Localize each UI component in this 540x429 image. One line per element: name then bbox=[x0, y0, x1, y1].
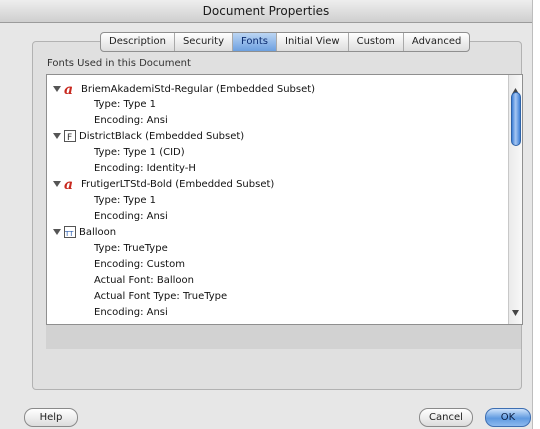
font-detail: Encoding: Custom bbox=[94, 258, 185, 270]
font-detail: Type: TrueType bbox=[94, 242, 168, 254]
scroll-down-arrow-icon[interactable] bbox=[512, 301, 519, 320]
opentype-font-icon: a bbox=[64, 83, 78, 95]
disclosure-triangle-icon[interactable] bbox=[53, 85, 61, 93]
font-detail: Actual Font Type: TrueType bbox=[94, 290, 228, 302]
disclosure-triangle-icon[interactable] bbox=[53, 180, 61, 188]
font-detail: Encoding: Identity-H bbox=[94, 162, 196, 174]
window-title: Document Properties bbox=[202, 4, 330, 18]
cancel-button[interactable]: Cancel bbox=[419, 408, 473, 427]
font-detail: Type: Type 1 bbox=[94, 98, 157, 110]
tab-description[interactable]: Description bbox=[101, 33, 175, 51]
tab-initial-view[interactable]: Initial View bbox=[277, 33, 349, 51]
tab-custom[interactable]: Custom bbox=[349, 33, 404, 51]
font-entry[interactable]: a BriemAkademiStd-Regular (Embedded Subs… bbox=[53, 81, 315, 97]
list-footer bbox=[46, 325, 521, 349]
tab-security[interactable]: Security bbox=[175, 33, 234, 51]
svg-text:a: a bbox=[64, 83, 73, 95]
ok-button[interactable]: OK bbox=[485, 408, 531, 427]
font-detail: Type: Type 1 bbox=[94, 194, 157, 206]
svg-text:F: F bbox=[67, 133, 72, 142]
font-entry[interactable]: F DistrictBlack (Embedded Subset) bbox=[53, 128, 244, 144]
font-entry[interactable]: TT Balloon bbox=[53, 224, 116, 240]
scrollbar-thumb[interactable] bbox=[511, 92, 521, 146]
font-detail: Encoding: Ansi bbox=[94, 114, 168, 126]
font-name: DistrictBlack (Embedded Subset) bbox=[79, 130, 245, 142]
svg-text:TT: TT bbox=[64, 230, 74, 238]
svg-text:a: a bbox=[64, 178, 73, 190]
fonts-list[interactable]: a BriemAkademiStd-Regular (Embedded Subs… bbox=[46, 74, 523, 325]
font-entry[interactable]: a FrutigerLTStd-Bold (Embedded Subset) bbox=[53, 176, 274, 192]
disclosure-triangle-icon[interactable] bbox=[53, 132, 61, 140]
font-detail: Encoding: Ansi bbox=[94, 306, 168, 318]
font-name: Balloon bbox=[79, 226, 117, 238]
truetype-font-icon: TT bbox=[64, 226, 76, 238]
postscript-font-icon: F bbox=[64, 130, 76, 142]
font-name: BriemAkademiStd-Regular (Embedded Subset… bbox=[81, 83, 316, 95]
font-detail: Type: Type 1 (CID) bbox=[94, 146, 185, 158]
help-button[interactable]: Help bbox=[24, 408, 78, 427]
fonts-section-label: Fonts Used in this Document bbox=[47, 58, 191, 69]
font-name: FrutigerLTStd-Bold (Embedded Subset) bbox=[81, 178, 275, 190]
vertical-scrollbar[interactable] bbox=[508, 75, 522, 324]
font-detail: Encoding: Ansi bbox=[94, 210, 168, 222]
title-bar[interactable]: Document Properties bbox=[0, 0, 532, 23]
tab-fonts[interactable]: Fonts bbox=[233, 33, 278, 51]
disclosure-triangle-icon[interactable] bbox=[53, 228, 61, 236]
tab-bar: Description Security Fonts Initial View … bbox=[100, 32, 471, 52]
font-detail: Actual Font: Balloon bbox=[94, 274, 194, 286]
tab-advanced[interactable]: Advanced bbox=[404, 33, 469, 51]
opentype-font-icon: a bbox=[64, 178, 78, 190]
document-properties-dialog: Document Properties Description Security… bbox=[0, 0, 533, 429]
